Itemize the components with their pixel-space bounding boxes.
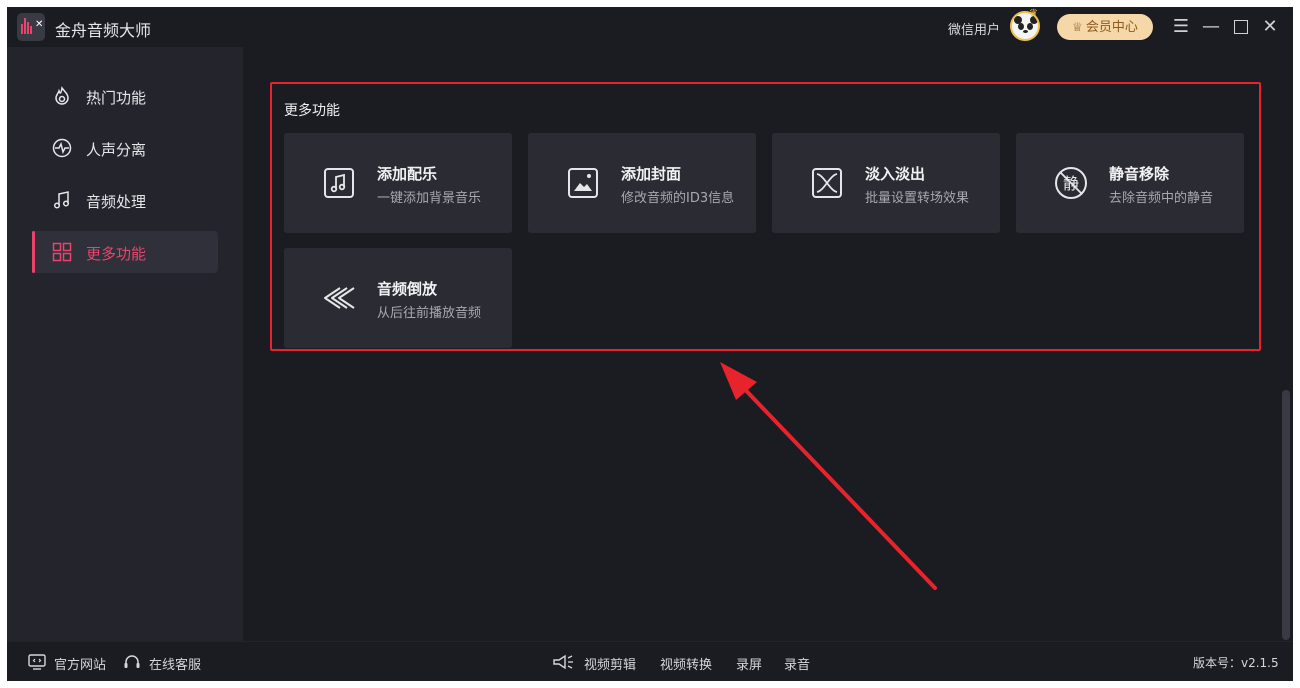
sidebar-item-vocal-separation[interactable]: 人声分离	[32, 127, 218, 169]
app-window: ✕ 金舟音频大师 微信用户 ♛ ♕ 会员中心 ☰ — ✕ 热门功能 人声分离 音…	[7, 7, 1293, 681]
screen-record-link[interactable]: 录屏	[736, 654, 762, 673]
card-subtitle: 从后往前播放音频	[377, 306, 482, 321]
card-title: 音频倒放	[377, 280, 438, 298]
waveform-icon	[52, 138, 72, 158]
crown-icon: ♛	[1029, 8, 1038, 19]
video-convert-link[interactable]: 视频转换	[660, 654, 712, 673]
image-icon	[568, 168, 598, 198]
audio-record-link[interactable]: 录音	[784, 654, 810, 673]
official-website-link[interactable]: 官方网站	[54, 654, 106, 673]
card-title: 淡入淡出	[865, 165, 926, 183]
music-file-icon	[324, 168, 354, 198]
card-reverse-audio[interactable]: 音频倒放 从后往前播放音频	[284, 248, 512, 348]
menu-icon[interactable]: ☰	[1169, 15, 1193, 39]
maximize-icon[interactable]	[1229, 15, 1253, 39]
music-note-icon	[53, 191, 70, 209]
fire-icon	[55, 86, 69, 105]
online-support-link[interactable]: 在线客服	[149, 654, 201, 673]
card-add-music[interactable]: 添加配乐 一键添加背景音乐	[284, 133, 512, 233]
version-label: 版本号：v2.1.5	[1193, 656, 1279, 670]
card-title: 添加配乐	[377, 165, 438, 183]
vip-center-button[interactable]: ♕ 会员中心	[1057, 14, 1153, 40]
footer: 官方网站 在线客服 视频剪辑 视频转换 录屏 录音 版本号：v2.1.5	[7, 641, 1293, 681]
headset-icon	[124, 655, 140, 668]
rewind-icon	[324, 287, 355, 309]
megaphone-icon	[553, 654, 573, 670]
sidebar: 热门功能 人声分离 音频处理 更多功能	[7, 47, 243, 641]
sidebar-item-hot[interactable]: 热门功能	[32, 75, 218, 117]
sidebar-item-audio-processing[interactable]: 音频处理	[32, 179, 218, 221]
monitor-icon	[28, 654, 46, 670]
card-subtitle: 修改音频的ID3信息	[621, 191, 735, 206]
user-name[interactable]: 微信用户	[948, 19, 1000, 38]
sidebar-item-label: 音频处理	[86, 193, 147, 211]
crown-outline-icon: ♕	[1072, 20, 1083, 34]
sidebar-item-label: 热门功能	[86, 89, 147, 107]
minimize-icon[interactable]: —	[1199, 15, 1223, 39]
section-title: 更多功能	[284, 103, 340, 119]
card-fade[interactable]: 淡入淡出 批量设置转场效果	[772, 133, 1000, 233]
card-add-cover[interactable]: 添加封面 修改音频的ID3信息	[528, 133, 756, 233]
scrollbar[interactable]	[1282, 390, 1290, 640]
app-logo-icon: ✕	[17, 13, 45, 41]
card-title: 静音移除	[1109, 165, 1170, 183]
sidebar-item-label: 更多功能	[86, 245, 147, 263]
vip-center-label: 会员中心	[1085, 20, 1138, 35]
main-content: 更多功能 添加配乐 一键添加背景音乐 添加封面 修改音频的ID3信息 淡入淡出 …	[243, 47, 1293, 641]
card-subtitle: 一键添加背景音乐	[377, 191, 482, 206]
grid-icon	[52, 242, 72, 262]
sidebar-item-label: 人声分离	[86, 141, 147, 159]
crossfade-icon	[812, 168, 842, 198]
video-edit-link[interactable]: 视频剪辑	[584, 654, 636, 673]
title-bar: ✕ 金舟音频大师 微信用户 ♛ ♕ 会员中心 ☰ — ✕	[7, 7, 1293, 47]
mute-remove-icon: 静	[1055, 167, 1087, 199]
card-subtitle: 去除音频中的静音	[1109, 191, 1214, 206]
sidebar-item-more[interactable]: 更多功能	[32, 231, 218, 273]
card-subtitle: 批量设置转场效果	[865, 191, 970, 206]
close-icon[interactable]: ✕	[1258, 15, 1282, 39]
app-title: 金舟音频大师	[55, 21, 152, 40]
card-remove-silence[interactable]: 静 静音移除 去除音频中的静音	[1016, 133, 1244, 233]
card-title: 添加封面	[621, 165, 682, 183]
